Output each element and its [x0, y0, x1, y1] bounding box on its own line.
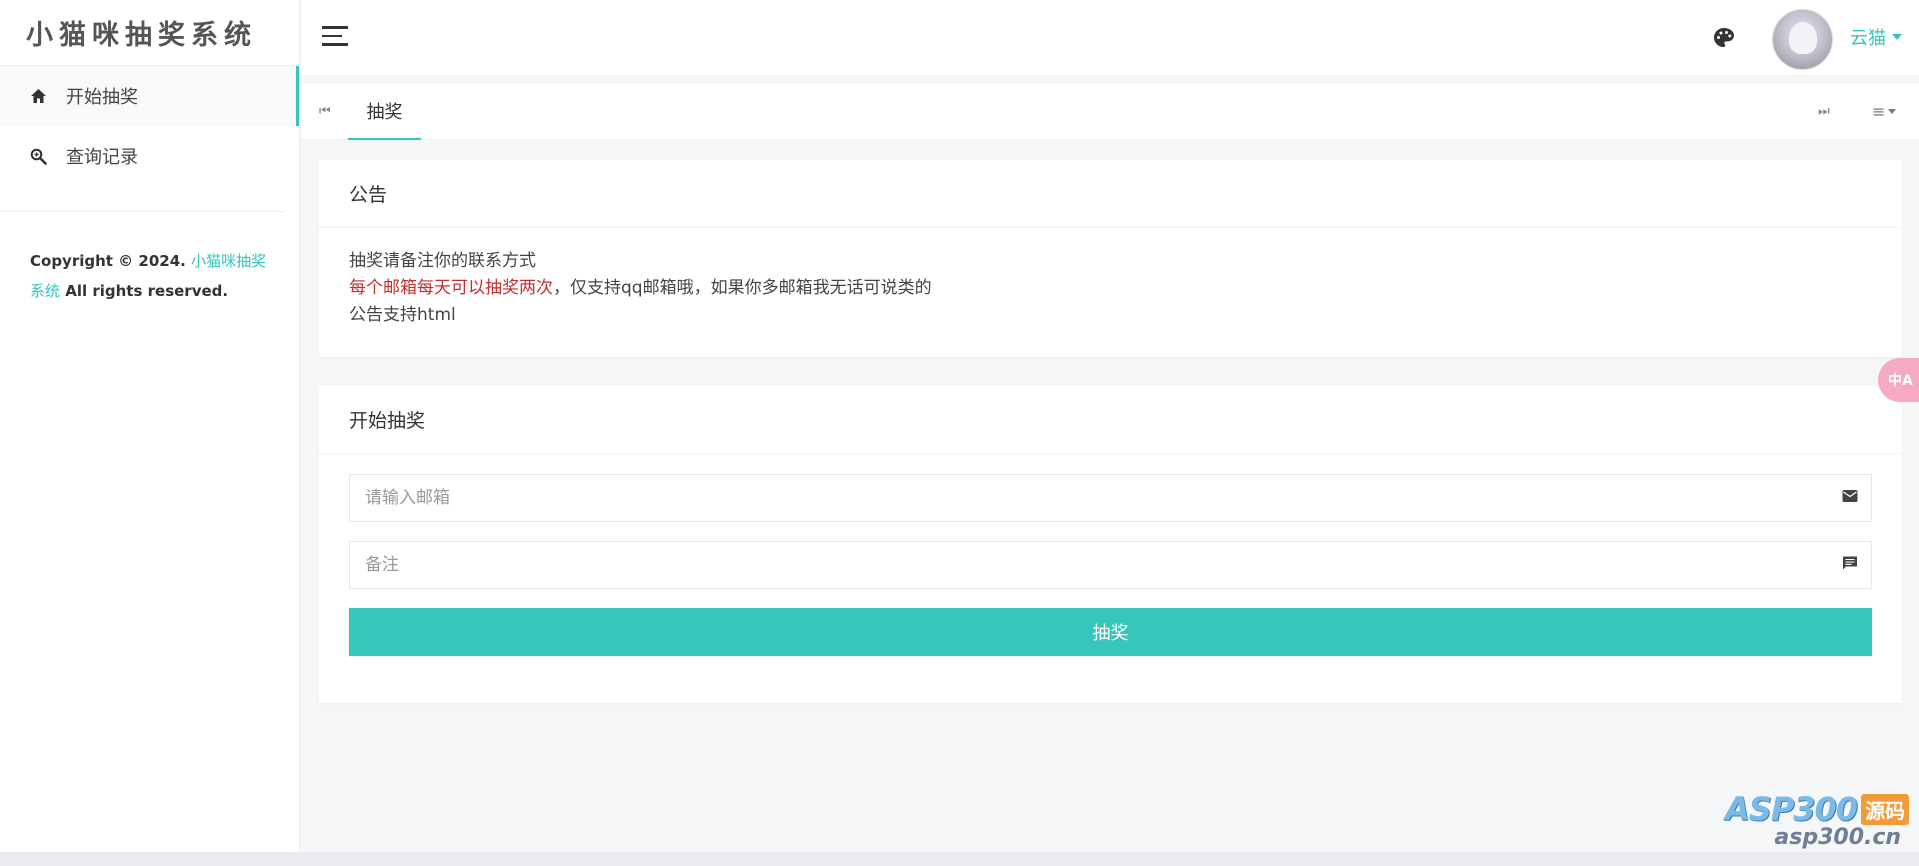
watermark-top: ASP300 源码: [1725, 790, 1910, 828]
tab-bar: ⏮ 抽奖 ⏭ ≡: [301, 84, 1919, 140]
tab-scroll-left-icon[interactable]: ⏮: [319, 104, 331, 119]
copyright: Copyright © 2024. 小猫咪抽奖系统 All rights res…: [0, 212, 299, 306]
comment-icon: [1842, 555, 1860, 573]
tab-options-dropdown[interactable]: ≡: [1872, 102, 1897, 121]
notice-line: 公告支持html: [349, 305, 456, 325]
draw-title: 开始抽奖: [319, 386, 1902, 454]
list-icon: ≡: [1872, 102, 1886, 121]
watermark-badge: 源码: [1861, 793, 1910, 825]
chevron-down-icon: [1888, 109, 1897, 114]
notice-text: ，仅支持qq邮箱哦，如果你多邮箱我无话可说类的: [553, 278, 932, 298]
mail-icon: [1842, 488, 1860, 506]
app-logo: 小猫咪抽奖系统: [0, 0, 299, 66]
copyright-suffix: All rights reserved.: [60, 282, 229, 300]
sidebar-item-query-records[interactable]: 查询记录: [0, 126, 299, 186]
watermark-url: asp300.cn: [1774, 825, 1902, 850]
sidebar-item-start-draw[interactable]: 开始抽奖: [0, 66, 299, 126]
copyright-prefix: Copyright © 2024.: [30, 252, 192, 270]
watermark: ASP300 源码 asp300.cn: [1725, 790, 1910, 850]
notice-body: 抽奖请备注你的联系方式 每个邮箱每天可以抽奖两次，仅支持qq邮箱哦，如果你多邮箱…: [319, 228, 1902, 349]
sidebar: 小猫咪抽奖系统 开始抽奖 查询记录 Copyright © 2024. 小猫咪抽…: [0, 0, 300, 852]
remark-input[interactable]: [349, 541, 1872, 589]
user-menu-dropdown[interactable]: 云猫: [1850, 24, 1902, 50]
translate-icon[interactable]: 中A: [1878, 358, 1919, 402]
notice-line: 抽奖请备注你的联系方式: [349, 251, 536, 271]
home-icon: [28, 86, 48, 106]
menu-icon-bar: [322, 34, 342, 37]
chevron-down-icon: [1892, 34, 1902, 40]
notice-line: 每个邮箱每天可以抽奖两次，仅支持qq邮箱哦，如果你多邮箱我无话可说类的: [349, 275, 1872, 302]
search-icon: [28, 146, 48, 166]
draw-button[interactable]: 抽奖: [349, 608, 1872, 656]
user-name: 云猫: [1850, 28, 1886, 49]
notice-card: 公告 抽奖请备注你的联系方式 每个邮箱每天可以抽奖两次，仅支持qq邮箱哦，如果你…: [319, 160, 1902, 357]
sidebar-item-label: 查询记录: [66, 147, 138, 168]
watermark-logo: ASP300: [1725, 790, 1858, 828]
notice-title: 公告: [319, 160, 1902, 228]
menu-icon-bar: [322, 26, 348, 29]
palette-icon[interactable]: [1712, 26, 1736, 50]
menu-toggle-button[interactable]: [322, 26, 348, 46]
tab-draw[interactable]: 抽奖: [348, 84, 421, 140]
tab-scroll-right-icon[interactable]: ⏭: [1818, 104, 1830, 119]
top-header: 云猫: [301, 0, 1919, 76]
draw-form: 抽奖: [319, 454, 1902, 656]
menu-icon-bar: [322, 43, 348, 46]
sidebar-item-label: 开始抽奖: [66, 87, 138, 108]
notice-highlight: 每个邮箱每天可以抽奖两次: [349, 278, 553, 298]
draw-card: 开始抽奖 抽奖: [319, 386, 1902, 703]
email-input[interactable]: [349, 474, 1872, 522]
avatar[interactable]: [1772, 9, 1833, 70]
email-field-wrapper: [349, 474, 1872, 522]
remark-field-wrapper: [349, 541, 1872, 589]
bottom-strip: [0, 852, 1919, 866]
